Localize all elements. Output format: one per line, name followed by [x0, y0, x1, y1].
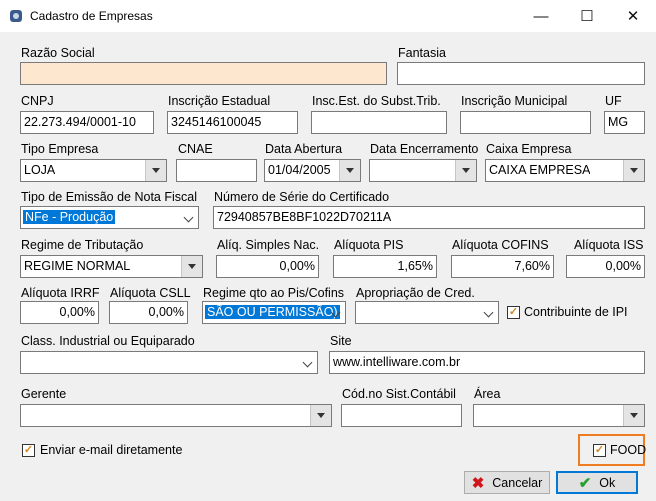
fantasia-input[interactable]: [397, 62, 645, 85]
ok-button[interactable]: ✔ Ok: [556, 471, 638, 494]
ok-button-label: Ok: [599, 475, 616, 490]
tipo-emissao-value: NFe - Produção: [23, 210, 116, 224]
cnpj-input[interactable]: 22.273.494/0001-10: [20, 111, 154, 134]
enviar-email-checkbox[interactable]: ✓: [22, 444, 35, 457]
close-icon: ✕: [626, 8, 640, 25]
aliq-simples-input[interactable]: 0,00%: [216, 255, 319, 278]
cancel-button-label: Cancelar: [492, 475, 543, 490]
regime-tributacao-label: Regime de Tributação: [21, 238, 144, 252]
class-industrial-label: Class. Industrial ou Equiparado: [21, 334, 195, 348]
dropdown-arrow-icon[interactable]: [623, 160, 644, 181]
chevron-down-icon[interactable]: [302, 357, 313, 368]
insc-municipal-label: Inscrição Municipal: [461, 94, 568, 108]
data-abertura-label: Data Abertura: [265, 142, 343, 156]
fantasia-label: Fantasia: [398, 46, 446, 60]
dropdown-arrow-icon[interactable]: [455, 160, 476, 181]
data-abertura-picker[interactable]: 01/04/2005: [264, 159, 361, 182]
regime-pis-select[interactable]: SÃO OU PERMISSÃO): [202, 301, 346, 324]
aliq-pis-input[interactable]: 1,65%: [333, 255, 437, 278]
chevron-down-icon[interactable]: [483, 307, 494, 318]
window-title: Cadastro de Empresas: [30, 9, 153, 23]
aliq-iss-input[interactable]: 0,00%: [566, 255, 645, 278]
regime-tributacao-value: REGIME NORMAL: [24, 259, 131, 273]
cod-contabil-label: Cód.no Sist.Contábil: [342, 387, 456, 401]
food-label: FOOD: [610, 443, 647, 457]
dropdown-arrow-icon[interactable]: [145, 160, 166, 181]
contribuinte-ipi-label: Contribuinte de IPI: [524, 305, 628, 319]
data-encerramento-label: Data Encerramento: [370, 142, 479, 156]
maximize-button[interactable]: ☐: [564, 0, 610, 32]
site-label: Site: [330, 334, 352, 348]
cnpj-label: CNPJ: [21, 94, 54, 108]
area-label: Área: [474, 387, 501, 401]
apropriacao-select[interactable]: [355, 301, 499, 324]
cnae-label: CNAE: [178, 142, 213, 156]
aliq-pis-label: Alíquota PIS: [334, 238, 404, 252]
tipo-empresa-value: LOJA: [24, 163, 56, 177]
aliq-iss-label: Alíquota ISS: [574, 238, 644, 252]
insc-municipal-input[interactable]: [460, 111, 591, 134]
app-icon: [10, 10, 22, 22]
uf-label: UF: [605, 94, 622, 108]
aliq-csll-label: Alíquota CSLL: [110, 286, 191, 300]
razao-social-input[interactable]: [20, 62, 387, 85]
minimize-button[interactable]: —: [518, 0, 564, 32]
numero-serie-label: Número de Série do Certificado: [214, 190, 390, 204]
aliq-simples-label: Alíq. Simples Nac.: [217, 238, 320, 252]
area-select[interactable]: [473, 404, 645, 427]
checkmark-icon: ✓: [594, 444, 605, 456]
food-checkbox[interactable]: ✓: [593, 444, 606, 457]
insc-estadual-label: Inscrição Estadual: [168, 94, 271, 108]
aliq-cofins-label: Alíquota COFINS: [452, 238, 549, 252]
cnae-input[interactable]: [176, 159, 257, 182]
enviar-email-label: Enviar e-mail diretamente: [40, 443, 183, 457]
dropdown-arrow-icon[interactable]: [181, 256, 202, 277]
tipo-empresa-select[interactable]: LOJA: [20, 159, 167, 182]
aliq-irrf-label: Alíquota IRRF: [21, 286, 100, 300]
minimize-icon: —: [533, 7, 549, 25]
contribuinte-ipi-checkbox[interactable]: ✓: [507, 306, 520, 319]
regime-pis-label: Regime qto ao Pis/Cofins: [203, 286, 345, 300]
aliq-csll-input[interactable]: 0,00%: [109, 301, 188, 324]
site-input[interactable]: www.intelliware.com.br: [329, 351, 645, 374]
chevron-down-icon[interactable]: [183, 212, 194, 223]
apropriacao-label: Apropriação de Cred.: [356, 286, 475, 300]
gerente-label: Gerente: [21, 387, 67, 401]
tipo-emissao-select[interactable]: NFe - Produção: [20, 206, 199, 229]
dropdown-arrow-icon[interactable]: [310, 405, 331, 426]
insc-subst-label: Insc.Est. do Subst.Trib.: [312, 94, 441, 108]
data-encerramento-picker[interactable]: [369, 159, 477, 182]
check-icon: ✔: [578, 474, 592, 492]
caixa-empresa-label: Caixa Empresa: [486, 142, 572, 156]
maximize-icon: ☐: [580, 8, 594, 25]
insc-estadual-input[interactable]: 3245146100045: [167, 111, 298, 134]
tipo-emissao-label: Tipo de Emissão de Nota Fiscal: [21, 190, 198, 204]
cancel-icon: ✖: [471, 474, 485, 492]
aliq-cofins-input[interactable]: 7,60%: [451, 255, 554, 278]
dropdown-arrow-icon[interactable]: [623, 405, 644, 426]
insc-subst-input[interactable]: [311, 111, 447, 134]
dropdown-arrow-icon[interactable]: [339, 160, 360, 181]
razao-social-label: Razão Social: [21, 46, 95, 60]
data-abertura-value: 01/04/2005: [268, 163, 331, 177]
cod-contabil-input[interactable]: [341, 404, 462, 427]
checkmark-icon: ✓: [508, 306, 519, 318]
uf-input[interactable]: MG: [604, 111, 645, 134]
class-industrial-select[interactable]: [20, 351, 318, 374]
gerente-select[interactable]: [20, 404, 332, 427]
regime-tributacao-select[interactable]: REGIME NORMAL: [20, 255, 203, 278]
regime-pis-value: SÃO OU PERMISSÃO): [205, 305, 340, 319]
aliq-irrf-input[interactable]: 0,00%: [20, 301, 99, 324]
tipo-empresa-label: Tipo Empresa: [21, 142, 99, 156]
cancel-button[interactable]: ✖ Cancelar: [464, 471, 550, 494]
numero-serie-input[interactable]: 72940857BE8BF1022D70211A: [213, 206, 645, 229]
checkmark-icon: ✓: [23, 444, 34, 456]
caixa-empresa-value: CAIXA EMPRESA: [489, 163, 591, 177]
caixa-empresa-select[interactable]: CAIXA EMPRESA: [485, 159, 645, 182]
close-button[interactable]: ✕: [610, 0, 656, 32]
